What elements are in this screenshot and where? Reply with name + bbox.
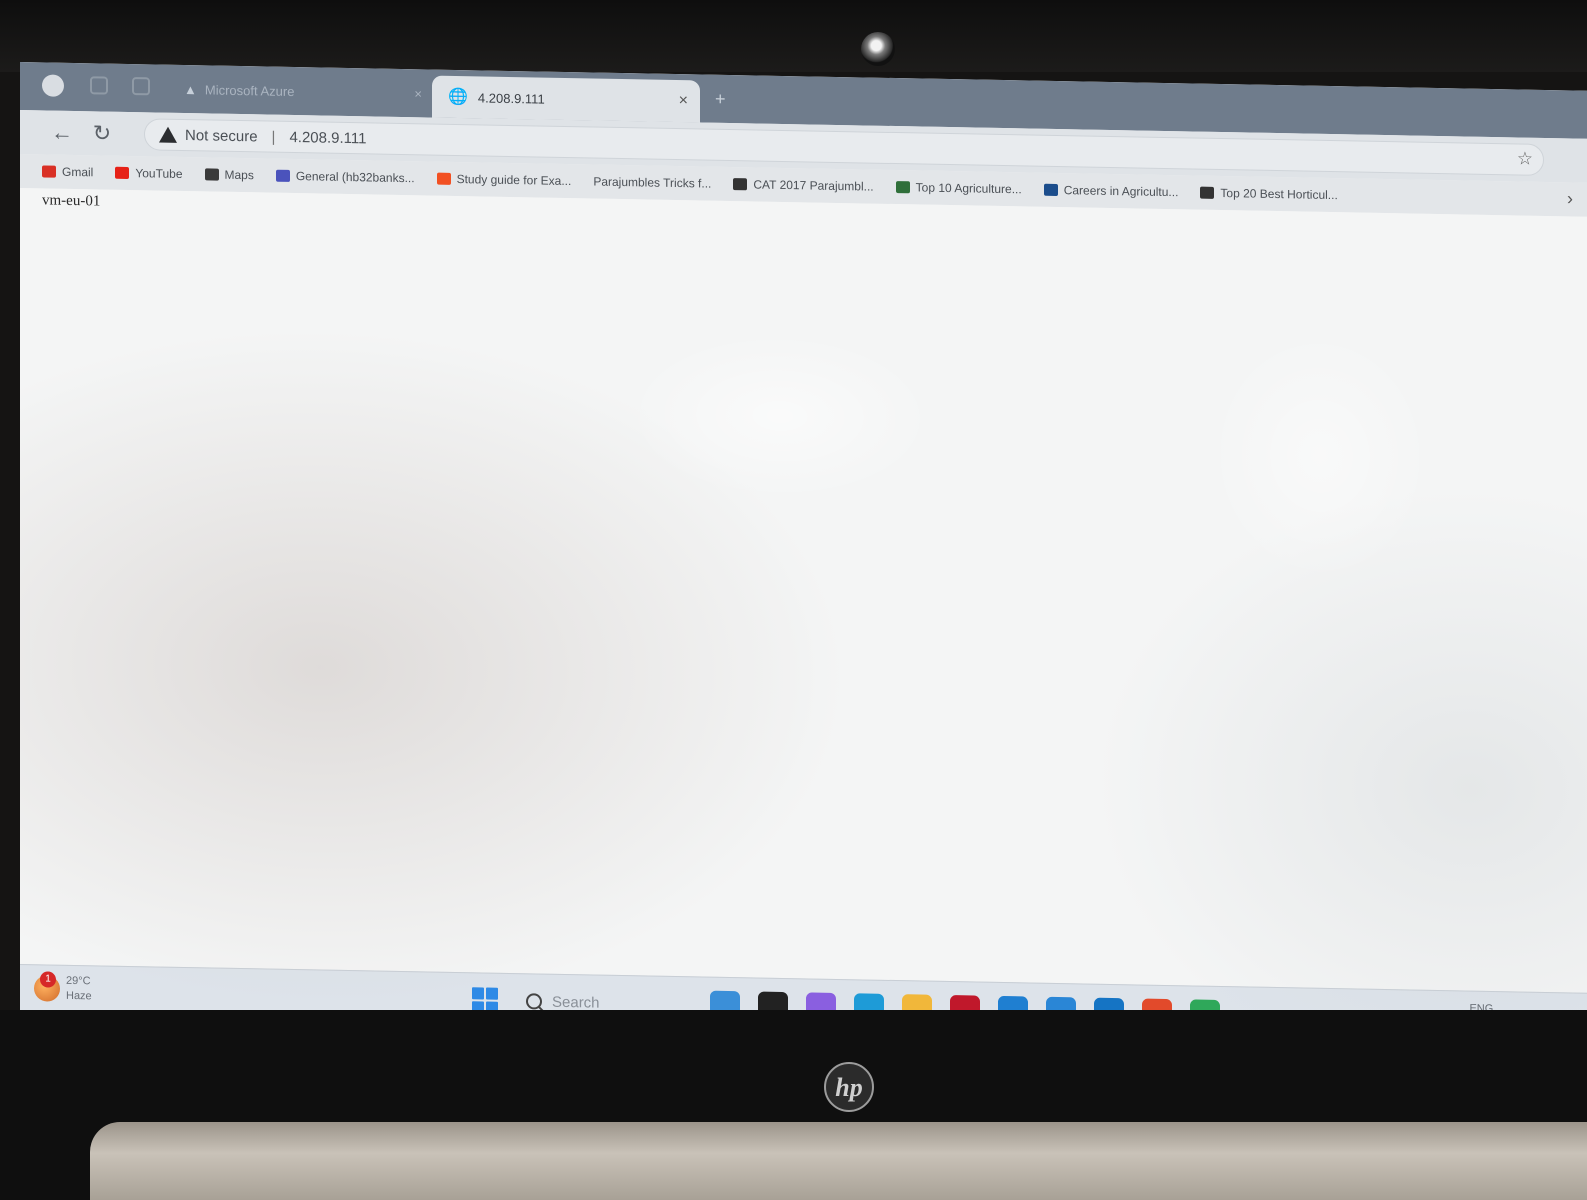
bookmark-label: Careers in Agricultu... xyxy=(1063,183,1179,200)
weather-widget[interactable]: 1 29°C Haze xyxy=(34,971,92,1004)
microsoft-icon xyxy=(436,172,451,185)
bookmark-star-icon[interactable]: ☆ xyxy=(1517,148,1533,169)
bookmark-item[interactable]: YouTube xyxy=(115,166,183,181)
bookmark-label: General (hb32banks... xyxy=(295,169,415,186)
vm-name-text: vm-eu-01 xyxy=(42,192,101,210)
bookmark-item[interactable]: Top 20 Best Horticul... xyxy=(1200,186,1338,203)
chevron-right-icon[interactable]: › xyxy=(1567,188,1573,209)
azure-icon: ▲ xyxy=(184,81,197,97)
weather-temperature: 29°C xyxy=(66,974,91,988)
leaf-icon xyxy=(895,181,910,194)
notification-badge: 1 xyxy=(40,971,56,988)
webcam-icon xyxy=(861,32,895,66)
page-content: vm-eu-01 xyxy=(20,188,1587,993)
laptop-screen: ▲ Microsoft Azure × 🌐 4.208.9.111 × + ← … xyxy=(20,62,1587,1049)
search-icon xyxy=(526,993,542,1010)
book-icon xyxy=(733,178,748,191)
gmail-icon xyxy=(42,165,56,178)
bookmark-item[interactable]: Careers in Agricultu... xyxy=(1043,183,1179,200)
weather-description: Haze xyxy=(66,989,92,1003)
bookmark-item[interactable]: Gmail xyxy=(42,164,93,179)
warning-icon xyxy=(159,126,177,143)
url-text: 4.208.9.111 xyxy=(289,128,367,147)
bookmark-item[interactable]: Study guide for Exa... xyxy=(436,172,572,189)
hp-logo: hp xyxy=(824,1062,874,1112)
back-arrow-icon[interactable]: ← xyxy=(42,119,82,146)
new-tab-icon[interactable]: + xyxy=(715,89,726,110)
laptop-bezel-top xyxy=(0,0,1587,72)
bookmark-label: CAT 2017 Parajumbl... xyxy=(753,177,874,194)
bookmark-label: Top 20 Best Horticul... xyxy=(1220,186,1338,203)
bookmark-item[interactable]: Top 10 Agriculture... xyxy=(895,180,1022,197)
workspaces-icon[interactable] xyxy=(90,76,108,95)
tab-actions-icon[interactable] xyxy=(132,77,150,96)
globe-icon xyxy=(1200,186,1215,199)
bookmark-label: Maps xyxy=(224,167,254,183)
tab-azure[interactable]: ▲ Microsoft Azure × xyxy=(170,71,432,112)
search-placeholder: Search xyxy=(552,993,600,1012)
bookmark-label: YouTube xyxy=(135,166,183,181)
tab-close-icon[interactable]: × xyxy=(679,92,688,110)
profile-avatar-icon[interactable] xyxy=(42,74,64,97)
tractor-icon xyxy=(1043,183,1058,197)
laptop-hinge xyxy=(90,1122,1587,1200)
tab-azure-title: Microsoft Azure xyxy=(204,81,295,99)
bookmark-label: Study guide for Exa... xyxy=(456,172,572,189)
bookmark-item[interactable]: Parajumbles Tricks f... xyxy=(593,175,711,191)
tab-active[interactable]: 🌐 4.208.9.111 × xyxy=(432,75,700,123)
bookmark-item[interactable]: General (hb32banks... xyxy=(275,169,415,186)
tab-active-title: 4.208.9.111 xyxy=(477,89,545,107)
teams-icon xyxy=(275,169,290,182)
bookmark-item[interactable]: Maps xyxy=(204,167,254,183)
bookmark-label: Parajumbles Tricks f... xyxy=(593,174,712,191)
security-label: Not secure xyxy=(185,126,258,145)
maps-pin-icon xyxy=(204,168,219,181)
youtube-icon xyxy=(115,166,130,180)
tab-close-icon[interactable]: × xyxy=(414,86,422,101)
globe-icon: 🌐 xyxy=(448,88,468,107)
weather-sun-icon: 1 xyxy=(34,971,60,1002)
bookmark-label: Top 10 Agriculture... xyxy=(915,180,1022,197)
bookmark-item[interactable]: CAT 2017 Parajumbl... xyxy=(733,177,874,194)
bookmark-label: Gmail xyxy=(62,164,94,180)
reload-icon[interactable]: ↻ xyxy=(82,120,122,147)
address-separator: | xyxy=(271,128,276,146)
